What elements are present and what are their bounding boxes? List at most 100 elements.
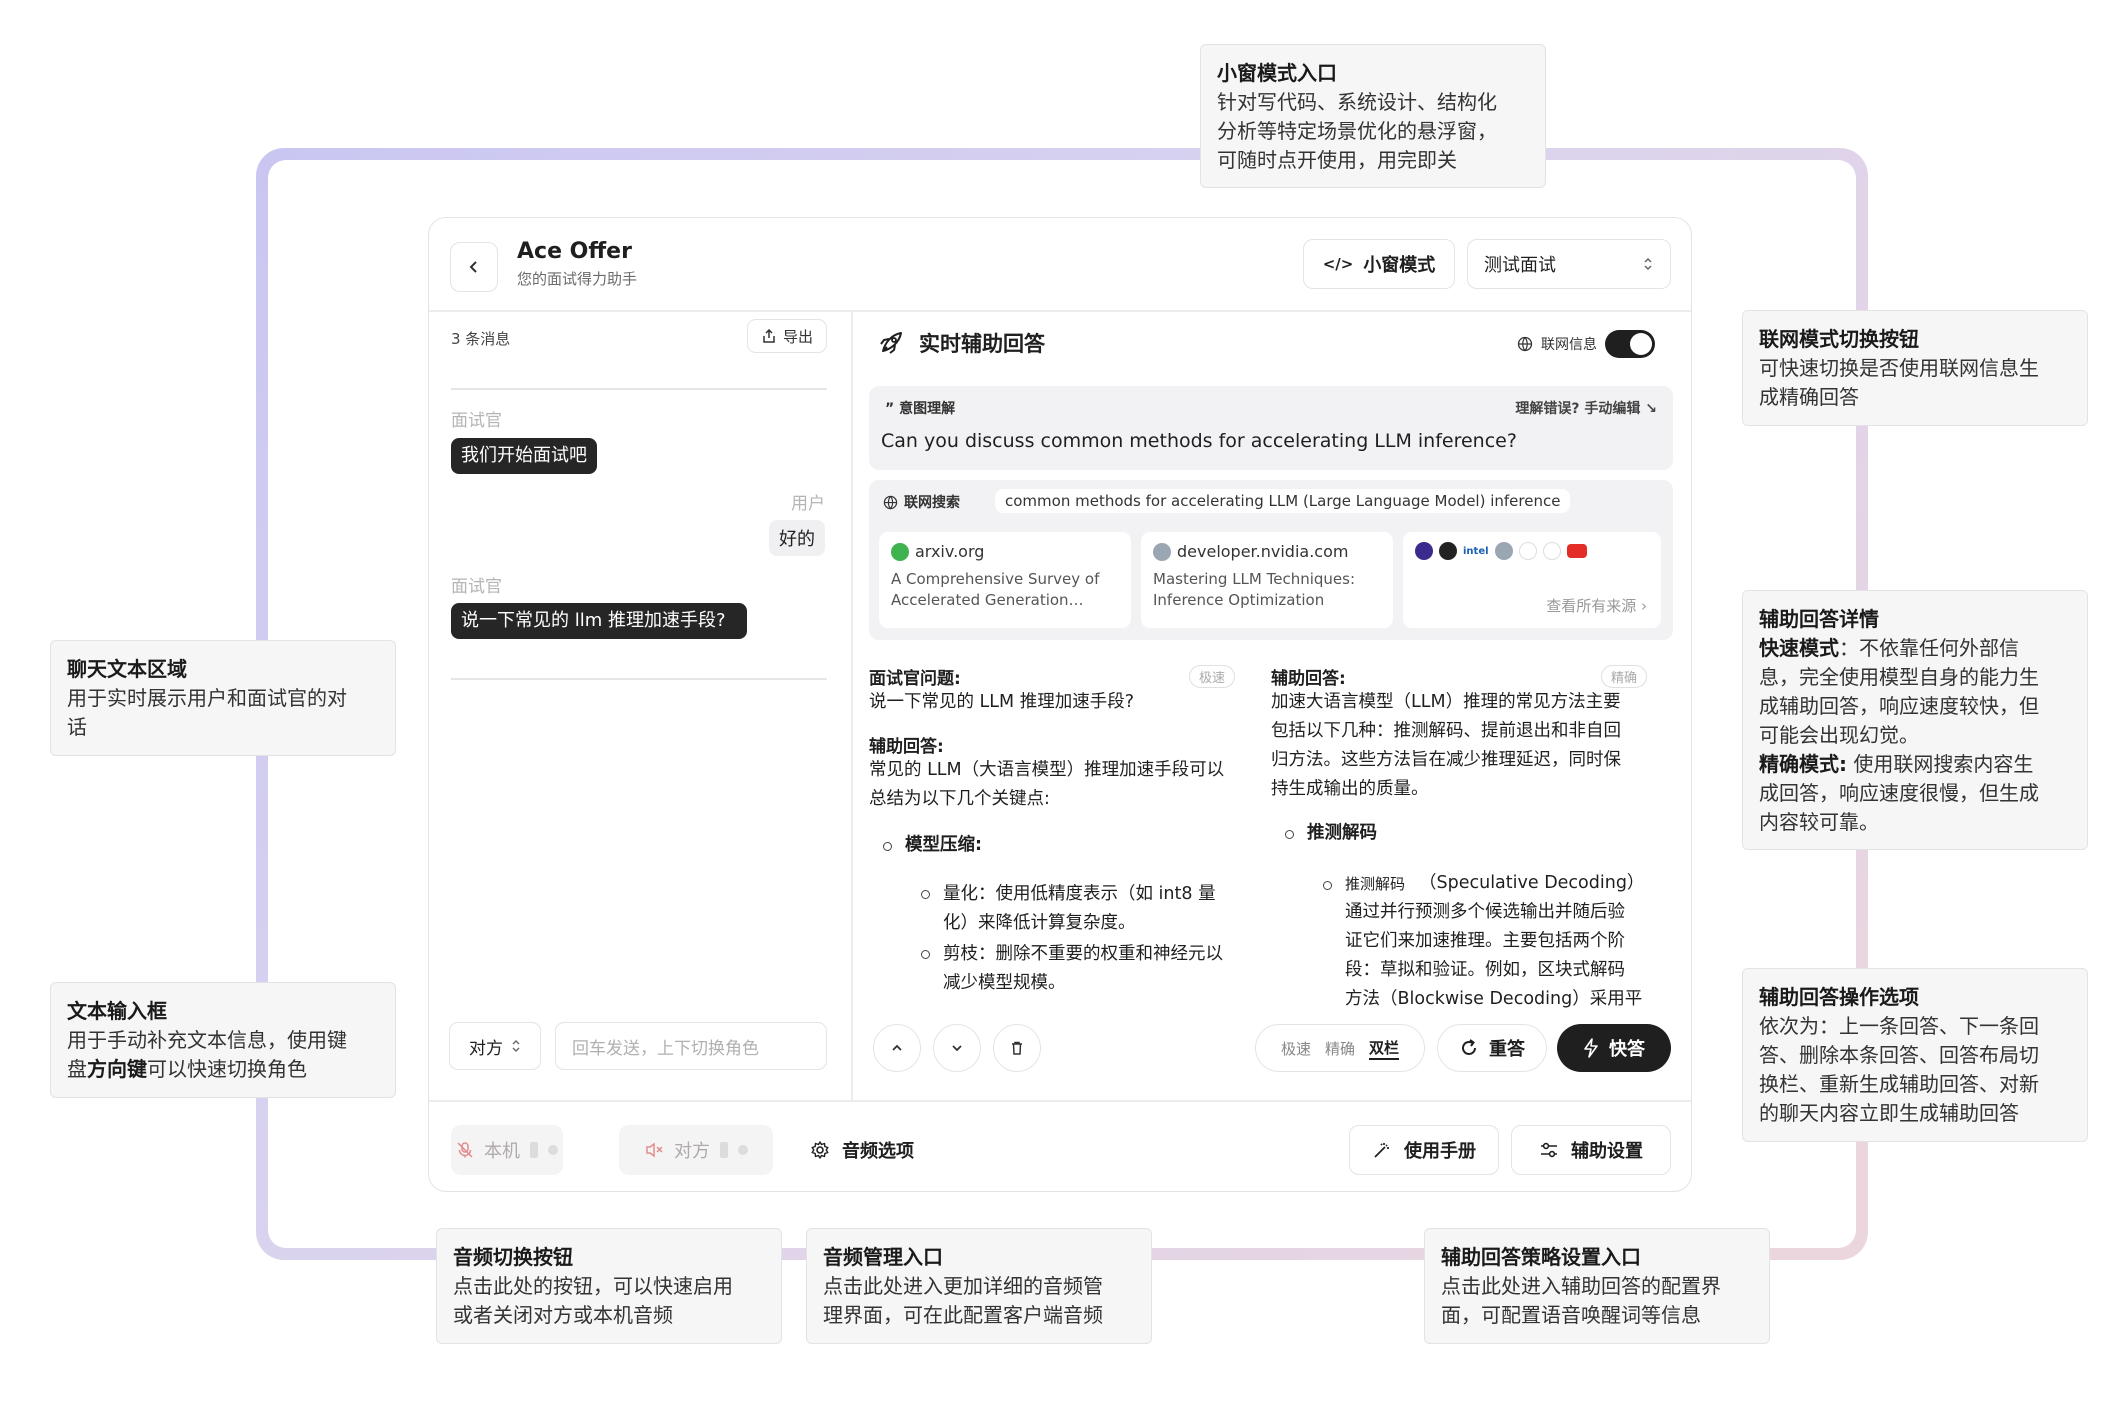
web-toggle[interactable] xyxy=(1605,330,1655,358)
mode-pill: 精确 xyxy=(1601,665,1648,688)
mini-mode-button[interactable]: </> 小窗模式 xyxy=(1303,239,1455,289)
previous-answer-button[interactable] xyxy=(873,1024,921,1072)
search-label: 联网搜索 xyxy=(883,492,960,512)
callout-text: 可以快速切换角色 xyxy=(147,1057,307,1081)
chat-top-rule xyxy=(451,388,827,390)
callout-line: 分析等特定场景优化的悬浮窗， xyxy=(1217,119,1497,143)
toggle-knob xyxy=(1630,333,1652,355)
callout-line: 用于手动补充文本信息，使用键 xyxy=(67,1028,347,1052)
source-title: A Comprehensive Survey of Accelerated Ge… xyxy=(891,570,1100,609)
layout-option[interactable]: 极速 xyxy=(1281,1038,1311,1059)
callout-line: 理界面，可在此配置客户端音频 xyxy=(823,1303,1103,1327)
web-toggle-label: 联网信息 xyxy=(1541,337,1597,353)
role-selector[interactable]: 对方 xyxy=(449,1022,541,1070)
answer-sub: 证它们来加速推理。主要包括两个阶 xyxy=(1345,931,1625,951)
source-domain-text: developer.nvidia.com xyxy=(1177,542,1349,561)
callout-title: 辅助回答操作选项 xyxy=(1759,985,1919,1009)
more-sources-card[interactable]: intel 查看所有来源 › xyxy=(1403,532,1661,628)
bullet xyxy=(921,890,930,899)
message-role: 用户 xyxy=(791,494,825,514)
app-title: Ace Offer xyxy=(517,239,632,264)
app-subtitle: 您的面试得力助手 xyxy=(517,270,638,288)
callout-text: 盘 xyxy=(67,1057,87,1081)
footer-divider xyxy=(429,1100,1691,1102)
fast-answer-label: 快答 xyxy=(1609,1039,1645,1060)
intent-question: Can you discuss common methods for accel… xyxy=(881,430,1517,452)
chat-input[interactable]: 回车发送，上下切换角色 xyxy=(555,1022,827,1070)
callout-title: 音频切换按钮 xyxy=(453,1245,573,1269)
mic-off-icon xyxy=(457,1142,473,1158)
assist-settings-label: 辅助设置 xyxy=(1571,1141,1643,1162)
bullet xyxy=(921,950,930,959)
regenerate-button[interactable]: 重答 xyxy=(1437,1024,1547,1072)
mode-pill: 极速 xyxy=(1189,665,1236,688)
callout-line: 可随时点开使用，用完即关 xyxy=(1217,148,1457,172)
gear-icon xyxy=(811,1141,829,1159)
answer-sub: 剪枝：删除不重要的权重和神经元以 xyxy=(943,944,1223,964)
youtube-icon xyxy=(1566,544,1587,558)
bullet xyxy=(883,842,892,851)
arxiv-icon xyxy=(891,542,909,561)
callout-audio-management: 音频管理入口 点击此处进入更加详细的音频管 理界面，可在此配置客户端音频 xyxy=(806,1228,1152,1344)
speaker-label: 对方 xyxy=(674,1141,710,1162)
next-answer-button[interactable] xyxy=(933,1024,981,1072)
more-sources-link[interactable]: 查看所有来源 › xyxy=(1546,595,1647,616)
assist-settings-button[interactable]: 辅助设置 xyxy=(1511,1125,1671,1175)
rocket-icon xyxy=(880,332,902,354)
web-search-panel: 联网搜索 common methods for accelerating LLM… xyxy=(869,480,1673,640)
callout-line: 可快速切换是否使用联网信息生 xyxy=(1759,356,2039,380)
callout-title: 小窗模式入口 xyxy=(1217,61,1337,85)
answer-sub: 量化：使用低精度表示（如 int8 量 xyxy=(943,884,1216,904)
interview-select[interactable]: 测试面试 xyxy=(1467,239,1671,289)
mic-level-bar xyxy=(530,1142,538,1158)
export-label: 导出 xyxy=(782,327,813,346)
source-card[interactable]: arxiv.org A Comprehensive Survey of Acce… xyxy=(879,532,1131,628)
interview-select-value: 测试面试 xyxy=(1484,255,1556,276)
callout-title: 联网模式切换按钮 xyxy=(1759,327,1919,351)
source-card[interactable]: developer.nvidia.com Mastering LLM Techn… xyxy=(1141,532,1393,628)
intent-panel: ” 意图理解 理解错误? 手动编辑 ↘ Can you discuss comm… xyxy=(869,386,1673,470)
intent-label: ” 意图理解 xyxy=(885,398,955,418)
callout-line: 答、删除本条回答、回答布局切 xyxy=(1759,1043,2039,1067)
answer-text: 包括以下几种：推测解码、提前退出和非自回 xyxy=(1271,721,1621,741)
layout-switch[interactable]: 极速 精确 双栏 xyxy=(1255,1024,1425,1072)
intent-edit-link[interactable]: 理解错误? 手动编辑 ↘ xyxy=(1515,398,1657,418)
audio-options-label: 音频选项 xyxy=(842,1141,914,1162)
layout-option[interactable]: 精确 xyxy=(1325,1038,1355,1059)
mic-toggle-button[interactable]: 本机 xyxy=(451,1125,563,1175)
question-text: 说一下常见的 LLM 推理加速手段? xyxy=(869,692,1135,712)
question-heading: 面试官问题: xyxy=(869,669,961,689)
answer-text: 归方法。这些方法旨在减少推理延迟，同时保 xyxy=(1271,750,1621,770)
chat-message: 说一下常见的 llm 推理加速手段? xyxy=(451,603,747,639)
source-favicons: intel xyxy=(1415,542,1649,560)
speaker-off-icon xyxy=(646,1142,663,1158)
back-button[interactable] xyxy=(450,242,498,292)
export-button[interactable]: 导出 xyxy=(747,319,827,353)
manual-button[interactable]: 使用手册 xyxy=(1349,1125,1499,1175)
message-count: 3 条消息 xyxy=(451,330,511,348)
callout-title: 辅助回答策略设置入口 xyxy=(1441,1245,1641,1269)
audio-options-button[interactable]: 音频选项 xyxy=(810,1125,914,1175)
callout-text-input: 文本输入框 用于手动补充文本信息，使用键 盘方向键可以快速切换角色 xyxy=(50,982,396,1098)
answer-text: 持生成输出的质量。 xyxy=(1271,779,1429,799)
delete-answer-button[interactable] xyxy=(993,1024,1041,1072)
callout-line: 换栏、重新生成辅助回答、对新 xyxy=(1759,1072,2039,1096)
speaker-toggle-button[interactable]: 对方 xyxy=(619,1125,773,1175)
callout-mini-mode: 小窗模式入口 针对写代码、系统设计、结构化 分析等特定场景优化的悬浮窗， 可随时… xyxy=(1200,44,1546,188)
layout-option-active[interactable]: 双栏 xyxy=(1369,1037,1400,1060)
chevron-updown-icon xyxy=(512,1040,520,1052)
quote-icon: ” xyxy=(885,401,895,417)
answer-sub: 段：草拟和验证。例如，区块式解码 xyxy=(1345,960,1625,980)
chevron-updown-icon xyxy=(1644,257,1652,271)
intel-icon: intel xyxy=(1463,545,1489,557)
callout-line: 用于实时展示用户和面试官的对 xyxy=(67,686,347,710)
callout-answer-ops: 辅助回答操作选项 依次为：上一条回答、下一条回 答、删除本条回答、回答布局切 换… xyxy=(1742,968,2088,1142)
app-window: Ace Offer 您的面试得力助手 </> 小窗模式 测试面试 3 条消息 导… xyxy=(428,217,1692,1192)
fast-answer-button[interactable]: 快答 xyxy=(1557,1024,1671,1072)
callout-line: 精确模式: 使用联网搜索内容生 xyxy=(1759,750,2071,779)
source-domain: arxiv.org xyxy=(891,542,1119,561)
callout-line: 的聊天内容立即生成辅助回答 xyxy=(1759,1101,2019,1125)
globe-icon xyxy=(883,495,898,509)
callout-title: 文本输入框 xyxy=(67,999,167,1023)
site-icon xyxy=(1494,542,1513,560)
